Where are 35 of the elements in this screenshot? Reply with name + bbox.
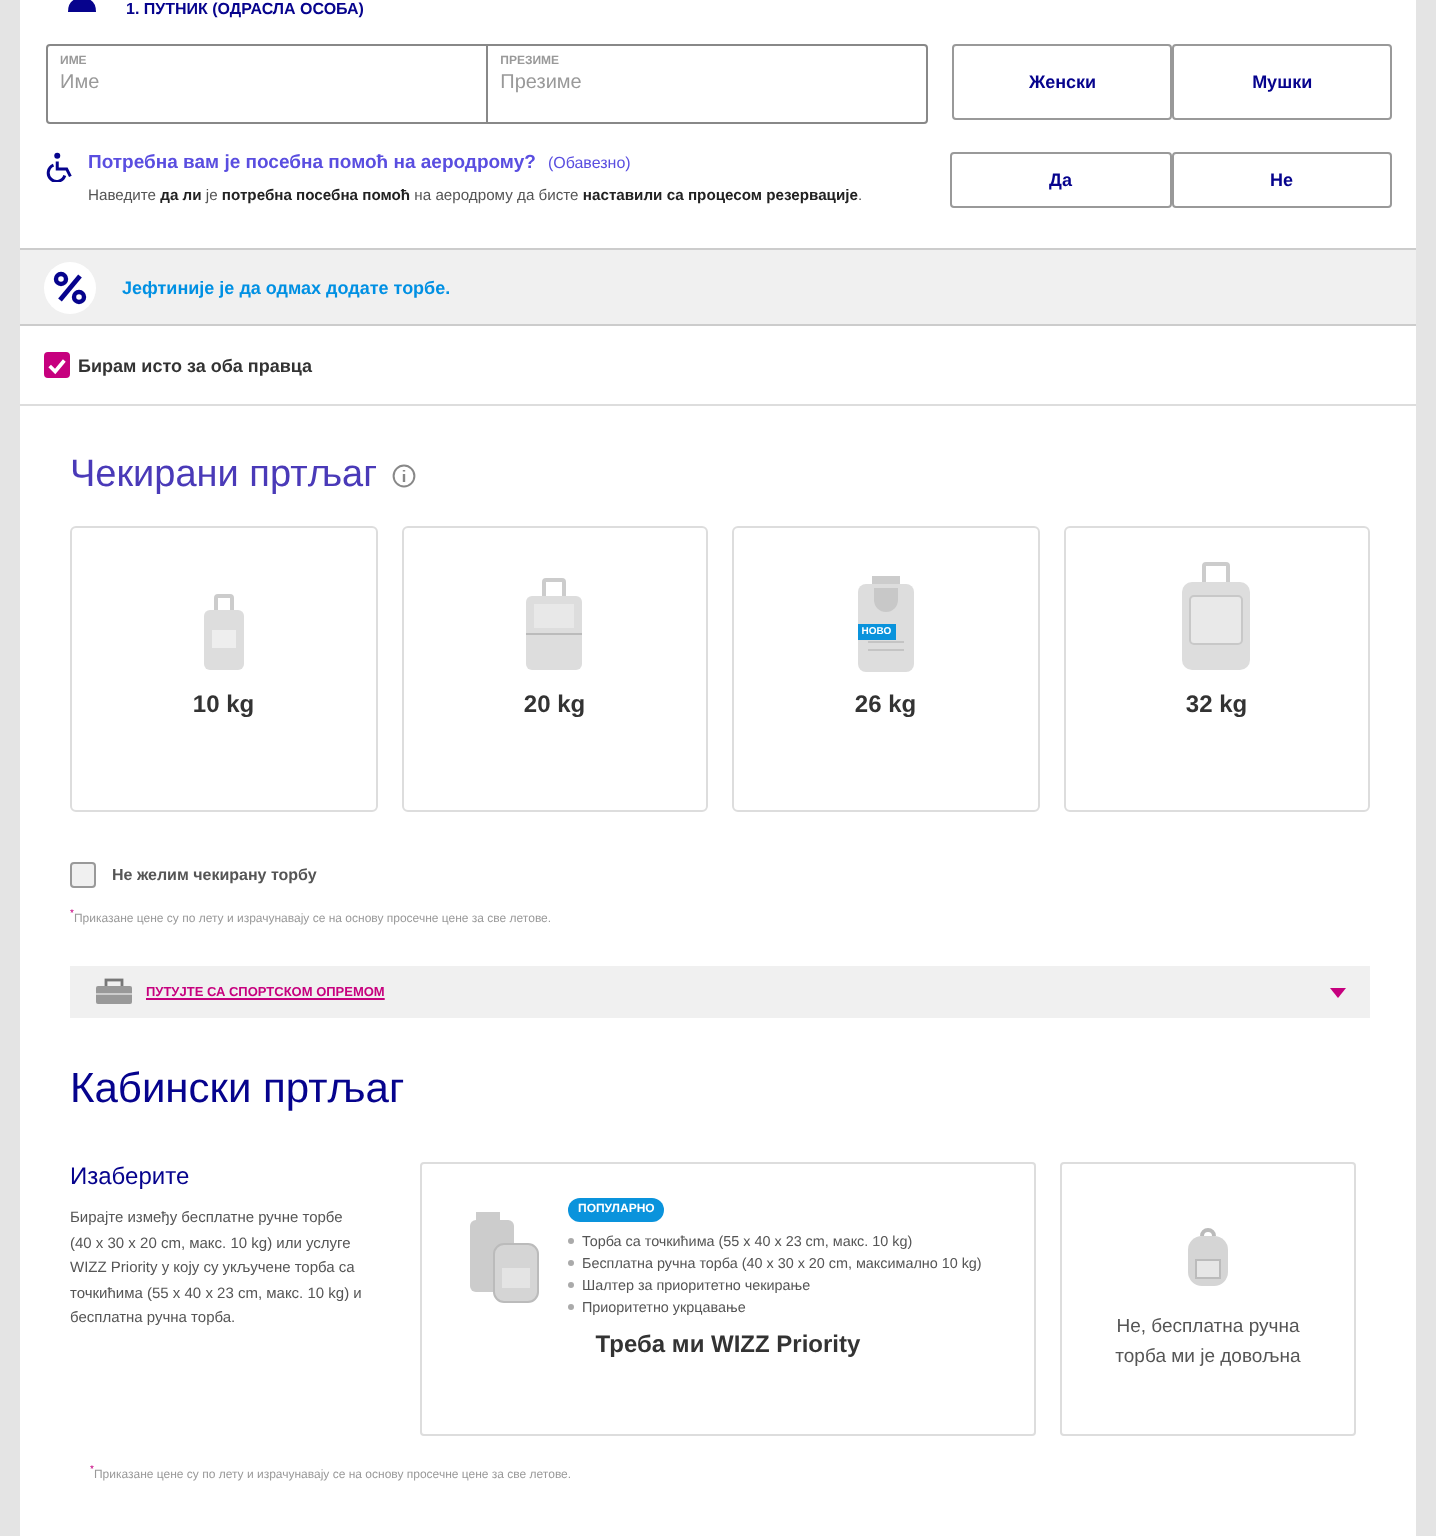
gender-option[interactable]: Мушки xyxy=(1172,44,1393,120)
suitcase-icon xyxy=(201,594,246,674)
assistance-option[interactable]: Да xyxy=(950,152,1171,208)
bag-icon xyxy=(94,978,134,1006)
baggage-weight: 20 kg xyxy=(523,690,586,718)
luggage-icon xyxy=(468,1212,540,1304)
option-title: Не, бесплатна ручна торба ми је довољна xyxy=(1113,1313,1303,1371)
assistance-question: Потребна вам је посебна помоћ на аеродрому? xyxy=(88,152,536,174)
checkbox[interactable] xyxy=(44,352,70,378)
percent-icon xyxy=(44,261,96,313)
wheelchair-icon xyxy=(46,152,76,182)
baggage-option[interactable]: 20 kg xyxy=(401,526,708,812)
baggage-option[interactable]: 10 kg xyxy=(70,526,377,812)
assistance-option[interactable]: Не xyxy=(1171,152,1392,208)
baggage-weight: 26 kg xyxy=(854,690,917,718)
suitcase-icon xyxy=(1180,562,1253,674)
passenger-title: 1. ПУТНИК (ОДРАСЛА ОСОБА) xyxy=(126,0,364,17)
suitcase-icon xyxy=(524,578,585,674)
gender-option[interactable]: Женски xyxy=(952,44,1173,120)
backpack-icon xyxy=(1186,1227,1230,1287)
baggage-weight: 32 kg xyxy=(1185,690,1248,718)
info-icon[interactable] xyxy=(391,464,416,488)
caret-icon xyxy=(1330,987,1346,997)
free-bag-option[interactable]: Не, бесплатна ручна торба ми је довољна xyxy=(1059,1162,1357,1436)
option-title: Треба ми WIZZ Priority xyxy=(595,1330,861,1358)
required-note: (Обавезно) xyxy=(547,154,631,172)
baggage-weight: 10 kg xyxy=(192,690,255,718)
checkbox-label: Не желим чекирану торбу xyxy=(112,866,317,884)
checkbox[interactable] xyxy=(70,862,96,888)
subtitle: Изаберите xyxy=(70,1162,192,1190)
section-title: Чекирани пртљаг xyxy=(70,454,378,498)
promo-text: Јефтиније је да одмах додате торбе. xyxy=(122,277,451,297)
checkbox-label: Бирам исто за оба правца xyxy=(78,355,313,375)
baggage-option[interactable]: 32 kg xyxy=(1063,526,1370,812)
section-title: Кабински пртљаг xyxy=(70,1066,407,1114)
